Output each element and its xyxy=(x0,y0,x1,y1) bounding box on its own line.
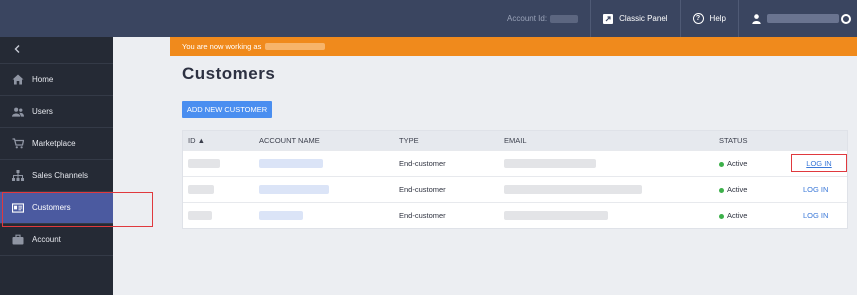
email-redacted xyxy=(504,185,642,194)
cart-icon xyxy=(12,138,24,150)
status-text: Active xyxy=(727,211,748,220)
status-text: Active xyxy=(727,159,748,168)
sidebar-item-home[interactable]: Home xyxy=(0,64,113,96)
external-link-icon xyxy=(603,13,614,24)
user-icon xyxy=(751,13,761,24)
customer-type: End-customer xyxy=(399,159,446,168)
table-header: ID ▲ ACCOUNT NAME TYPE EMAIL STATUS xyxy=(183,131,847,150)
classic-panel-button[interactable]: Classic Panel xyxy=(590,0,679,37)
account-name-redacted[interactable] xyxy=(259,211,303,220)
table-row: End-customer Active LOG IN xyxy=(183,150,847,176)
help-label: Help xyxy=(709,14,726,23)
classic-panel-label: Classic Panel xyxy=(619,14,668,23)
login-highlight-box: LOG IN xyxy=(791,154,847,172)
user-menu[interactable] xyxy=(738,0,857,37)
login-link[interactable]: LOG IN xyxy=(803,211,828,220)
column-header-id[interactable]: ID ▲ xyxy=(188,136,205,145)
customer-id-redacted xyxy=(188,211,212,220)
customer-id-redacted xyxy=(188,159,220,168)
account-name-redacted[interactable] xyxy=(259,159,323,168)
customer-type: End-customer xyxy=(399,211,446,220)
email-redacted xyxy=(504,159,596,168)
page-title: Customers xyxy=(182,64,276,83)
sidebar-item-users[interactable]: Users xyxy=(0,96,113,128)
status-text: Active xyxy=(727,185,748,194)
column-header-account-name[interactable]: ACCOUNT NAME xyxy=(259,136,320,145)
sidebar-item-customers[interactable]: Customers xyxy=(0,192,113,224)
customer-type: End-customer xyxy=(399,185,446,194)
user-avatar[interactable] xyxy=(841,13,851,24)
status-badge: Active xyxy=(719,211,747,220)
id-card-icon xyxy=(12,202,24,214)
status-badge: Active xyxy=(719,159,747,168)
column-header-status[interactable]: STATUS xyxy=(719,136,747,145)
home-icon xyxy=(12,74,24,86)
account-name-redacted[interactable] xyxy=(259,185,329,194)
add-new-customer-button[interactable]: ADD NEW CUSTOMER xyxy=(182,101,272,118)
account-id: Account Id: xyxy=(495,0,590,37)
column-header-type[interactable]: TYPE xyxy=(399,136,419,145)
column-header-email[interactable]: EMAIL xyxy=(504,136,527,145)
status-dot-icon xyxy=(719,187,724,193)
sidebar-item-marketplace[interactable]: Marketplace xyxy=(0,128,113,160)
table-row: End-customer Active LOG IN xyxy=(183,202,847,228)
status-badge: Active xyxy=(719,185,747,194)
login-link[interactable]: LOG IN xyxy=(803,185,828,194)
sidebar-item-label: Account xyxy=(32,235,61,244)
briefcase-icon xyxy=(12,234,24,246)
sidebar: Home Users Marketplace Sales Channels Cu… xyxy=(0,37,113,295)
users-icon xyxy=(12,106,24,118)
sidebar-item-label: Sales Channels xyxy=(32,171,89,180)
account-id-label: Account Id: xyxy=(507,14,548,23)
customer-id-redacted xyxy=(188,185,214,194)
banner-account-redacted xyxy=(265,43,326,50)
sidebar-item-label: Marketplace xyxy=(32,139,76,148)
email-redacted xyxy=(504,211,608,220)
banner-text: You are now working as xyxy=(182,42,262,51)
status-dot-icon xyxy=(719,161,724,167)
user-name-redacted xyxy=(767,14,839,23)
help-button[interactable]: ? Help xyxy=(679,0,738,37)
sidebar-item-label: Users xyxy=(32,107,53,116)
top-bar: Account Id: Classic Panel ? Help xyxy=(0,0,857,37)
status-dot-icon xyxy=(719,213,724,219)
sidebar-item-label: Customers xyxy=(32,203,71,212)
sidebar-item-sales-channels[interactable]: Sales Channels xyxy=(0,160,113,192)
help-icon: ? xyxy=(692,13,704,24)
login-link[interactable]: LOG IN xyxy=(806,159,831,168)
customers-table: ID ▲ ACCOUNT NAME TYPE EMAIL STATUS End-… xyxy=(182,130,848,229)
impersonation-banner: You are now working as xyxy=(170,37,857,56)
table-row: End-customer Active LOG IN xyxy=(183,176,847,202)
account-id-value-redacted xyxy=(550,14,579,23)
sidebar-item-account[interactable]: Account xyxy=(0,224,113,256)
sidebar-item-label: Home xyxy=(32,75,54,84)
hierarchy-icon xyxy=(12,170,24,182)
sidebar-collapse-button[interactable] xyxy=(0,37,113,64)
chevron-left-icon xyxy=(14,44,20,56)
